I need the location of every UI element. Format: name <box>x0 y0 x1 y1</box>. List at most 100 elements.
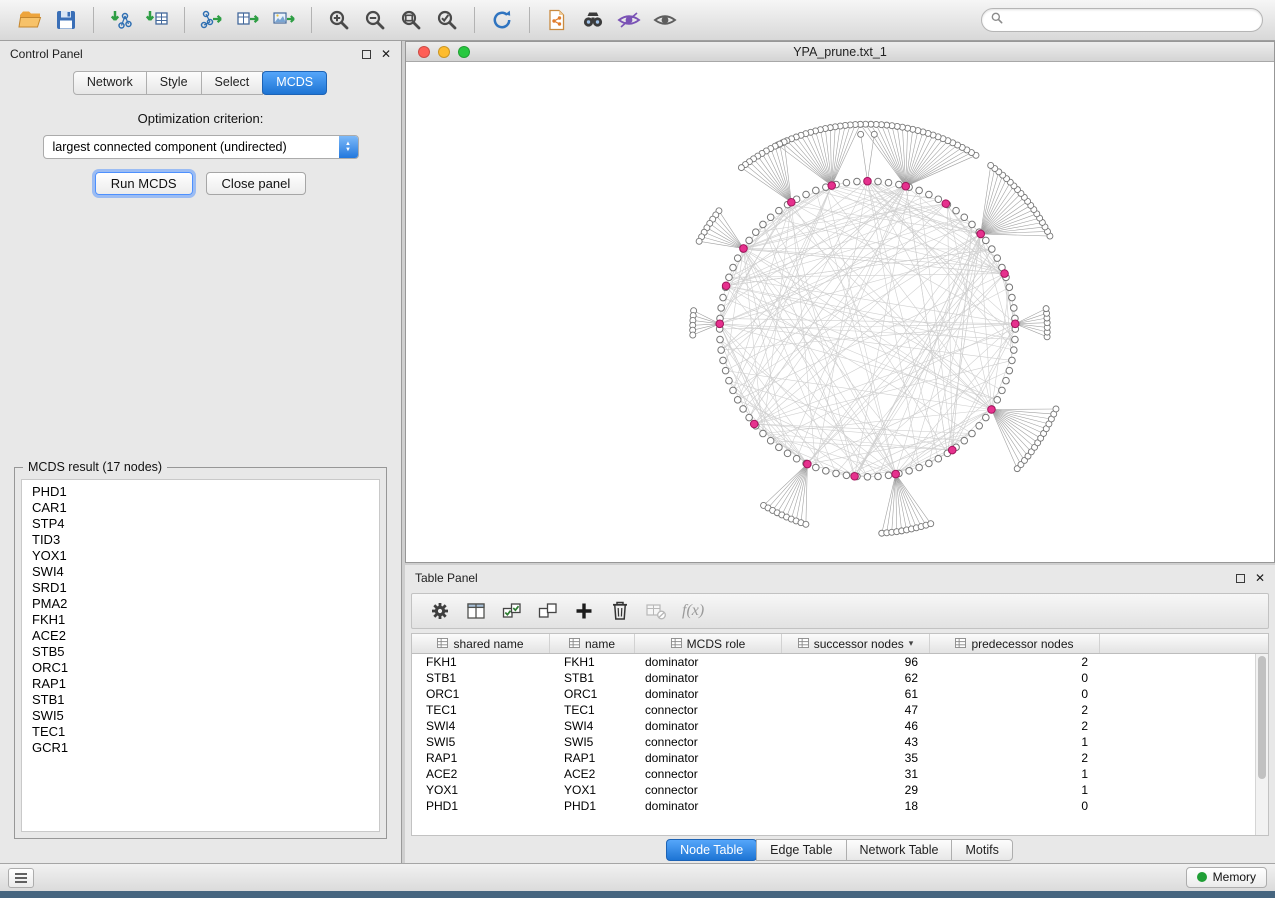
mcds-result-item[interactable]: ACE2 <box>22 628 379 644</box>
tab-node-table[interactable]: Node Table <box>666 839 757 861</box>
mcds-result-item[interactable]: RAP1 <box>22 676 379 692</box>
zoom-in-icon[interactable] <box>321 5 357 35</box>
table-row[interactable]: RAP1RAP1dominator352 <box>412 750 1255 766</box>
table-cell: 0 <box>930 798 1100 814</box>
table-cell: YOX1 <box>412 782 550 798</box>
scrollbar-thumb[interactable] <box>1258 656 1266 779</box>
mcds-result-item[interactable]: STP4 <box>22 516 379 532</box>
tab-style[interactable]: Style <box>146 71 202 95</box>
import-network-icon[interactable] <box>103 5 139 35</box>
zoom-selected-icon[interactable] <box>429 5 465 35</box>
close-mcds-panel-button[interactable]: Close panel <box>206 172 307 195</box>
table-panel-float-button[interactable] <box>1236 574 1245 583</box>
column-header-MCDS-role[interactable]: MCDS role <box>635 634 782 653</box>
tab-mcds[interactable]: MCDS <box>262 71 327 95</box>
table-cell: 35 <box>782 750 930 766</box>
right-column: YPA_prune.txt_1 Table Panel ✕ f(x) sh <box>402 41 1275 863</box>
export-table-icon[interactable] <box>230 5 266 35</box>
save-icon[interactable] <box>48 5 84 35</box>
run-mcds-button[interactable]: Run MCDS <box>95 172 193 195</box>
plus-icon[interactable] <box>568 597 600 625</box>
table-cell-filler <box>1100 798 1255 814</box>
tab-select[interactable]: Select <box>201 71 264 95</box>
mcds-result-item[interactable]: SRD1 <box>22 580 379 596</box>
open-folder-icon[interactable] <box>12 5 48 35</box>
export-network-icon[interactable] <box>194 5 230 35</box>
mcds-result-item[interactable]: FKH1 <box>22 612 379 628</box>
table-row[interactable]: YOX1YOX1connector291 <box>412 782 1255 798</box>
table-row[interactable]: SWI5SWI5connector431 <box>412 734 1255 750</box>
mcds-result-item[interactable]: SWI5 <box>22 708 379 724</box>
table-cell: connector <box>635 734 782 750</box>
function-builder-icon[interactable]: f(x) <box>676 602 710 620</box>
table-row[interactable]: SWI4SWI4dominator462 <box>412 718 1255 734</box>
column-grid-icon <box>955 637 966 651</box>
node-table-header: shared namenameMCDS rolesuccessor nodes▾… <box>412 634 1268 654</box>
search-icon <box>990 11 1004 30</box>
trash-icon[interactable] <box>604 597 636 625</box>
mcds-result-item[interactable]: ORC1 <box>22 660 379 676</box>
export-image-icon[interactable] <box>266 5 302 35</box>
mcds-result-item[interactable]: TEC1 <box>22 724 379 740</box>
check-none-icon[interactable] <box>532 597 564 625</box>
zoom-fit-icon[interactable] <box>393 5 429 35</box>
tab-edge-table[interactable]: Edge Table <box>756 839 846 861</box>
memory-button[interactable]: Memory <box>1186 867 1267 888</box>
dropdown-stepper-icon[interactable]: ▲▼ <box>339 136 358 158</box>
panel-menu-button[interactable] <box>8 868 34 888</box>
table-cell: PHD1 <box>412 798 550 814</box>
import-table-icon[interactable] <box>139 5 175 35</box>
columns-icon[interactable] <box>460 597 492 625</box>
mcds-result-item[interactable]: CAR1 <box>22 500 379 516</box>
table-cell: ORC1 <box>412 686 550 702</box>
column-header-name[interactable]: name <box>550 634 635 653</box>
table-row[interactable]: STB1STB1dominator620 <box>412 670 1255 686</box>
column-header-shared-name[interactable]: shared name <box>412 634 550 653</box>
mcds-result-list[interactable]: PHD1CAR1STP4TID3YOX1SWI4SRD1PMA2FKH1ACE2… <box>21 479 380 832</box>
mcds-result-item[interactable]: YOX1 <box>22 548 379 564</box>
zoom-out-icon[interactable] <box>357 5 393 35</box>
control-panel-close-button[interactable]: ✕ <box>381 47 391 61</box>
table-cell-filler <box>1100 702 1255 718</box>
mcds-result-item[interactable]: TID3 <box>22 532 379 548</box>
table-row[interactable]: FKH1FKH1dominator962 <box>412 654 1255 670</box>
binoculars-icon[interactable] <box>575 5 611 35</box>
control-panel-float-button[interactable] <box>362 50 371 59</box>
eye-icon[interactable] <box>647 5 683 35</box>
table-cell: dominator <box>635 798 782 814</box>
tab-network-table[interactable]: Network Table <box>846 839 953 861</box>
optimization-criterion-select[interactable]: largest connected component (undirected)… <box>43 135 359 159</box>
table-vertical-scrollbar[interactable] <box>1255 654 1268 835</box>
purple-eye-icon[interactable] <box>611 5 647 35</box>
refresh-icon[interactable] <box>484 5 520 35</box>
network-canvas[interactable] <box>406 62 1274 562</box>
table-row[interactable]: ACE2ACE2connector311 <box>412 766 1255 782</box>
table-row[interactable]: ORC1ORC1dominator610 <box>412 686 1255 702</box>
table-cell: 1 <box>930 734 1100 750</box>
network-graph <box>406 62 1274 562</box>
column-grid-icon <box>437 637 448 651</box>
table-cell: 46 <box>782 718 930 734</box>
tab-network[interactable]: Network <box>73 71 147 95</box>
table-row[interactable]: TEC1TEC1connector472 <box>412 702 1255 718</box>
table-cell-filler <box>1100 718 1255 734</box>
control-panel-header: Control Panel ✕ <box>0 41 401 67</box>
column-header-predecessor-nodes[interactable]: predecessor nodes <box>930 634 1100 653</box>
document-share-icon[interactable] <box>539 5 575 35</box>
toolbar-search-input[interactable] <box>1009 13 1254 27</box>
gear-icon[interactable] <box>424 597 456 625</box>
mcds-result-item[interactable]: GCR1 <box>22 740 379 756</box>
check-all-icon[interactable] <box>496 597 528 625</box>
tab-motifs[interactable]: Motifs <box>951 839 1012 861</box>
mcds-result-item[interactable]: PMA2 <box>22 596 379 612</box>
mcds-result-item[interactable]: STB1 <box>22 692 379 708</box>
table-cell: TEC1 <box>412 702 550 718</box>
toolbar-search[interactable] <box>981 8 1263 32</box>
table-panel-close-button[interactable]: ✕ <box>1255 571 1265 585</box>
mcds-result-item[interactable]: STB5 <box>22 644 379 660</box>
mcds-result-item[interactable]: SWI4 <box>22 564 379 580</box>
mcds-result-item[interactable]: PHD1 <box>22 484 379 500</box>
table-row[interactable]: PHD1PHD1dominator180 <box>412 798 1255 814</box>
clear-disabled-icon[interactable] <box>640 597 672 625</box>
column-header-successor-nodes[interactable]: successor nodes▾ <box>782 634 930 653</box>
